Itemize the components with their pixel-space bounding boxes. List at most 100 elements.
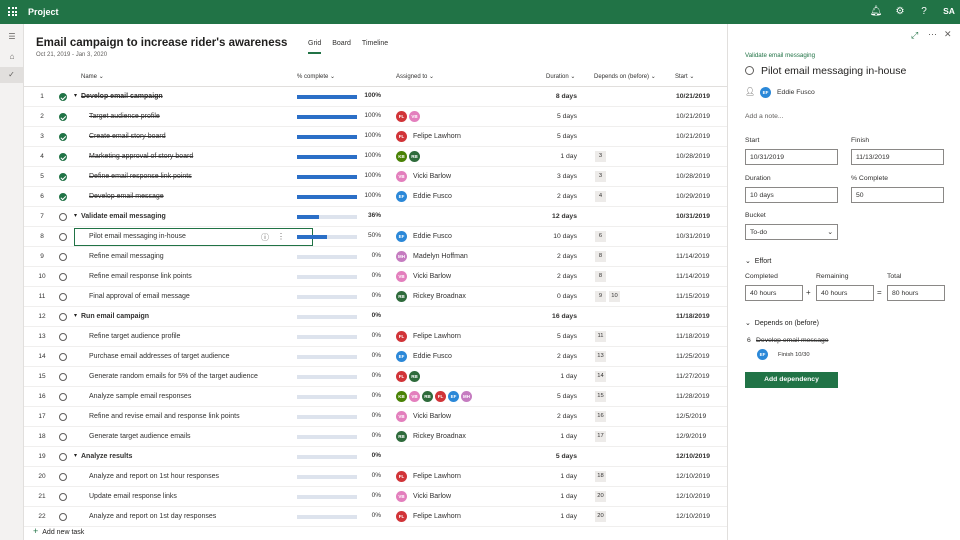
completed-check-icon[interactable] xyxy=(59,93,67,101)
assignees[interactable]: FL Felipe Lawhorn xyxy=(396,131,461,142)
percent-complete[interactable]: 0% xyxy=(361,252,381,259)
start-date[interactable]: 10/31/2019 xyxy=(676,233,710,240)
completed-check-icon[interactable] xyxy=(59,193,67,201)
incomplete-circle-icon[interactable] xyxy=(59,433,67,441)
duration[interactable]: 2 days xyxy=(530,273,577,280)
assignees[interactable]: EF Eddie Fusco xyxy=(396,231,452,242)
duration[interactable]: 2 days xyxy=(530,353,577,360)
column-header-start[interactable]: Start ⌄ xyxy=(675,73,694,80)
assignees[interactable]: EF Eddie Fusco xyxy=(396,191,452,202)
app-launcher-icon[interactable] xyxy=(8,7,17,16)
depends-section-toggle[interactable]: ⌄ Depends on (before) xyxy=(745,319,819,327)
column-header-assigned[interactable]: Assigned to ⌄ xyxy=(396,73,434,80)
column-header-name[interactable]: Name ⌄ xyxy=(81,73,104,80)
percent-complete[interactable]: 36% xyxy=(361,212,381,219)
dependencies[interactable]: 9 10 xyxy=(595,291,620,302)
assignees[interactable]: VB Vicki Barlow xyxy=(396,171,451,182)
assignees[interactable]: RB Rickey Broadnax xyxy=(396,291,466,302)
task-name[interactable]: Analyze sample email responses xyxy=(89,393,191,400)
percent-complete[interactable]: 100% xyxy=(361,92,381,99)
duration-field[interactable]: 10 days xyxy=(745,187,838,203)
complete-task-radio[interactable] xyxy=(745,66,754,75)
start-date[interactable]: 11/14/2019 xyxy=(676,253,710,260)
duration[interactable]: 5 days xyxy=(530,133,577,140)
task-row[interactable]: 20 Analyze and report on 1st hour respons… xyxy=(24,467,727,487)
percent-complete[interactable]: 100% xyxy=(361,112,381,119)
percent-complete[interactable]: 0% xyxy=(361,312,381,319)
dependencies[interactable]: 8 xyxy=(595,251,606,262)
start-date[interactable]: 11/27/2019 xyxy=(676,373,710,380)
start-date[interactable]: 11/15/2019 xyxy=(676,293,710,300)
duration[interactable]: 12 days xyxy=(530,213,577,220)
percent-complete[interactable]: 0% xyxy=(361,392,381,399)
tab-timeline[interactable]: Timeline xyxy=(362,40,388,54)
start-date[interactable]: 10/21/2019 xyxy=(676,93,710,100)
add-new-task-button[interactable]: + Add new task xyxy=(33,526,84,536)
percent-complete[interactable]: 0% xyxy=(361,332,381,339)
task-name[interactable]: Update email response links xyxy=(89,493,177,500)
task-name[interactable]: Develop email campaign xyxy=(81,93,163,100)
completed-check-icon[interactable] xyxy=(59,173,67,181)
task-row[interactable]: 6 Develop email message 100% EF Eddie Fusco 2… xyxy=(24,187,727,207)
duration[interactable]: 1 day xyxy=(530,153,577,160)
more-options-icon[interactable]: ⋮ xyxy=(277,232,285,243)
task-name[interactable]: Refine email response link points xyxy=(89,273,192,280)
task-name[interactable]: Develop email message xyxy=(89,193,164,200)
start-date[interactable]: 11/14/2019 xyxy=(676,273,710,280)
incomplete-circle-icon[interactable] xyxy=(59,493,67,501)
dependencies[interactable]: 16 xyxy=(595,411,606,422)
duration[interactable]: 5 days xyxy=(530,453,577,460)
assignees[interactable]: KB RB xyxy=(396,151,420,162)
dependencies[interactable]: 20 xyxy=(595,491,606,502)
percent-complete[interactable]: 0% xyxy=(361,272,381,279)
start-date[interactable]: 12/10/2019 xyxy=(676,473,710,480)
percent-complete[interactable]: 50% xyxy=(361,232,381,239)
dependencies[interactable]: 4 xyxy=(595,191,606,202)
dependencies[interactable]: 3 xyxy=(595,151,606,162)
duration[interactable]: 1 day xyxy=(530,433,577,440)
dependencies[interactable]: 15 xyxy=(595,391,606,402)
task-name[interactable]: Create email story board xyxy=(89,133,166,140)
start-date[interactable]: 10/28/2019 xyxy=(676,173,710,180)
task-row[interactable]: 18 Generate target audience emails 0% RB Ric… xyxy=(24,427,727,447)
start-date[interactable]: 11/25/2019 xyxy=(676,353,710,360)
home-icon[interactable]: ⌂ xyxy=(5,50,19,64)
duration[interactable]: 1 day xyxy=(530,493,577,500)
task-row[interactable]: 8 Pilot email messaging in-house ⓘ ⋮ 50% EF Ed… xyxy=(24,227,727,247)
collapse-chevron-icon[interactable]: ▾ xyxy=(74,92,77,99)
task-row[interactable]: 14 Purchase email addresses of target aud… xyxy=(24,347,727,367)
task-name[interactable]: Analyze results xyxy=(81,453,132,460)
incomplete-circle-icon[interactable] xyxy=(59,273,67,281)
my-tasks-check-icon[interactable]: ✓ xyxy=(0,67,23,83)
start-date[interactable]: 10/21/2019 xyxy=(676,133,710,140)
start-date[interactable]: 12/10/2019 xyxy=(676,493,710,500)
bell-icon[interactable]: 🔔︎ xyxy=(869,5,883,19)
column-header-pct[interactable]: % complete ⌄ xyxy=(297,73,335,80)
task-name[interactable]: Target audience profile xyxy=(89,113,160,120)
user-avatar[interactable]: SA xyxy=(940,6,958,16)
summary-task-row[interactable]: 1 ▾ Develop email campaign 100% 8 days 10/21/… xyxy=(24,87,727,107)
duration[interactable]: 1 day xyxy=(530,473,577,480)
start-date[interactable]: 12/9/2019 xyxy=(676,433,706,440)
collapse-chevron-icon[interactable]: ▾ xyxy=(74,212,77,219)
task-name[interactable]: Purchase email addresses of target audie… xyxy=(89,353,229,360)
percent-complete[interactable]: 0% xyxy=(361,512,381,519)
task-row[interactable]: 9 Refine email messaging 0% MH Madelyn Hoffm… xyxy=(24,247,727,267)
avatar[interactable]: EF xyxy=(760,87,771,98)
task-row[interactable]: 15 Generate random emails for 5% of the t… xyxy=(24,367,727,387)
percent-complete[interactable]: 100% xyxy=(361,172,381,179)
expand-icon[interactable]: ⤢ xyxy=(911,30,918,41)
percent-complete[interactable]: 100% xyxy=(361,152,381,159)
assignees[interactable]: VB Vicki Barlow xyxy=(396,411,451,422)
summary-task-row[interactable]: 7 ▾ Validate email messaging 36% 12 days 10/3… xyxy=(24,207,727,227)
project-title[interactable]: Email campaign to increase rider's aware… xyxy=(36,37,287,49)
task-name[interactable]: Final approval of email message xyxy=(89,293,190,300)
start-date[interactable]: 12/5/2019 xyxy=(676,413,706,420)
start-date-field[interactable]: 10/31/2019 xyxy=(745,149,838,165)
duration[interactable]: 1 day xyxy=(530,513,577,520)
total-hours-field[interactable]: 80 hours xyxy=(887,285,945,301)
duration[interactable]: 2 days xyxy=(530,253,577,260)
assignees[interactable]: VB Vicki Barlow xyxy=(396,271,451,282)
duration[interactable]: 1 day xyxy=(530,373,577,380)
gear-icon[interactable]: ⚙ xyxy=(893,5,907,19)
